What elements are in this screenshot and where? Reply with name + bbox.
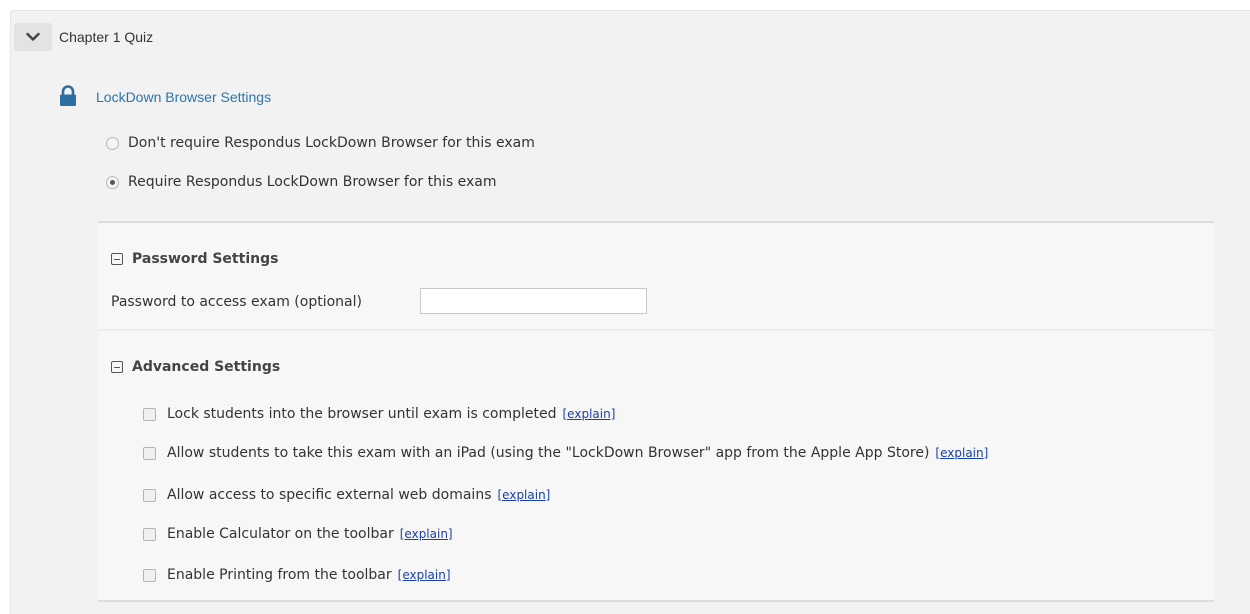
option-printing: Enable Printing from the toolbar [explai… xyxy=(143,565,451,585)
option-label: Enable Calculator on the toolbar xyxy=(167,526,394,542)
section-title: Password Settings xyxy=(132,251,279,267)
radio-button[interactable] xyxy=(106,136,119,150)
radio-require[interactable]: Require Respondus LockDown Browser for t… xyxy=(106,172,497,192)
checkbox[interactable] xyxy=(143,407,156,421)
checkbox[interactable] xyxy=(143,446,156,460)
option-external-domains: Allow access to specific external web do… xyxy=(143,485,550,505)
checkbox[interactable] xyxy=(143,527,156,541)
radio-button-selected[interactable] xyxy=(106,175,119,189)
explain-link[interactable]: [explain] xyxy=(497,488,550,502)
option-ipad: Allow students to take this exam with an… xyxy=(143,443,988,463)
section-divider xyxy=(98,329,1214,331)
explain-link[interactable]: [explain] xyxy=(400,527,453,541)
advanced-settings-header[interactable]: Advanced Settings xyxy=(111,359,280,375)
collapse-button[interactable] xyxy=(14,23,52,51)
quiz-panel: Chapter 1 Quiz LockDown Browser Settings… xyxy=(10,10,1250,614)
section-title: Advanced Settings xyxy=(132,359,281,375)
radio-dont-require[interactable]: Don't require Respondus LockDown Browser… xyxy=(106,133,535,153)
lock-icon xyxy=(60,85,76,106)
explain-link[interactable]: [explain] xyxy=(563,407,616,421)
settings-box: Password Settings Password to access exa… xyxy=(98,221,1214,602)
option-lock-students: Lock students into the browser until exa… xyxy=(143,404,615,424)
quiz-title: Chapter 1 Quiz xyxy=(59,29,154,45)
lockdown-settings-link[interactable]: LockDown Browser Settings xyxy=(96,88,271,106)
radio-label: Require Respondus LockDown Browser for t… xyxy=(128,174,497,190)
chevron-down-icon xyxy=(26,32,40,41)
checkbox[interactable] xyxy=(143,488,156,502)
option-label: Lock students into the browser until exa… xyxy=(167,406,557,422)
checkbox[interactable] xyxy=(143,568,156,582)
explain-link[interactable]: [explain] xyxy=(398,568,451,582)
password-label: Password to access exam (optional) xyxy=(111,294,362,310)
quiz-header: Chapter 1 Quiz xyxy=(11,11,1250,63)
minus-box-icon[interactable] xyxy=(111,361,123,373)
password-settings-header[interactable]: Password Settings xyxy=(111,251,278,267)
option-label: Allow access to specific external web do… xyxy=(167,487,492,503)
minus-box-icon[interactable] xyxy=(111,253,123,265)
option-calculator: Enable Calculator on the toolbar [explai… xyxy=(143,524,453,544)
explain-link[interactable]: [explain] xyxy=(935,446,988,460)
password-input[interactable] xyxy=(420,288,647,314)
radio-label: Don't require Respondus LockDown Browser… xyxy=(128,135,535,151)
option-label: Allow students to take this exam with an… xyxy=(167,445,930,461)
option-label: Enable Printing from the toolbar xyxy=(167,567,392,583)
